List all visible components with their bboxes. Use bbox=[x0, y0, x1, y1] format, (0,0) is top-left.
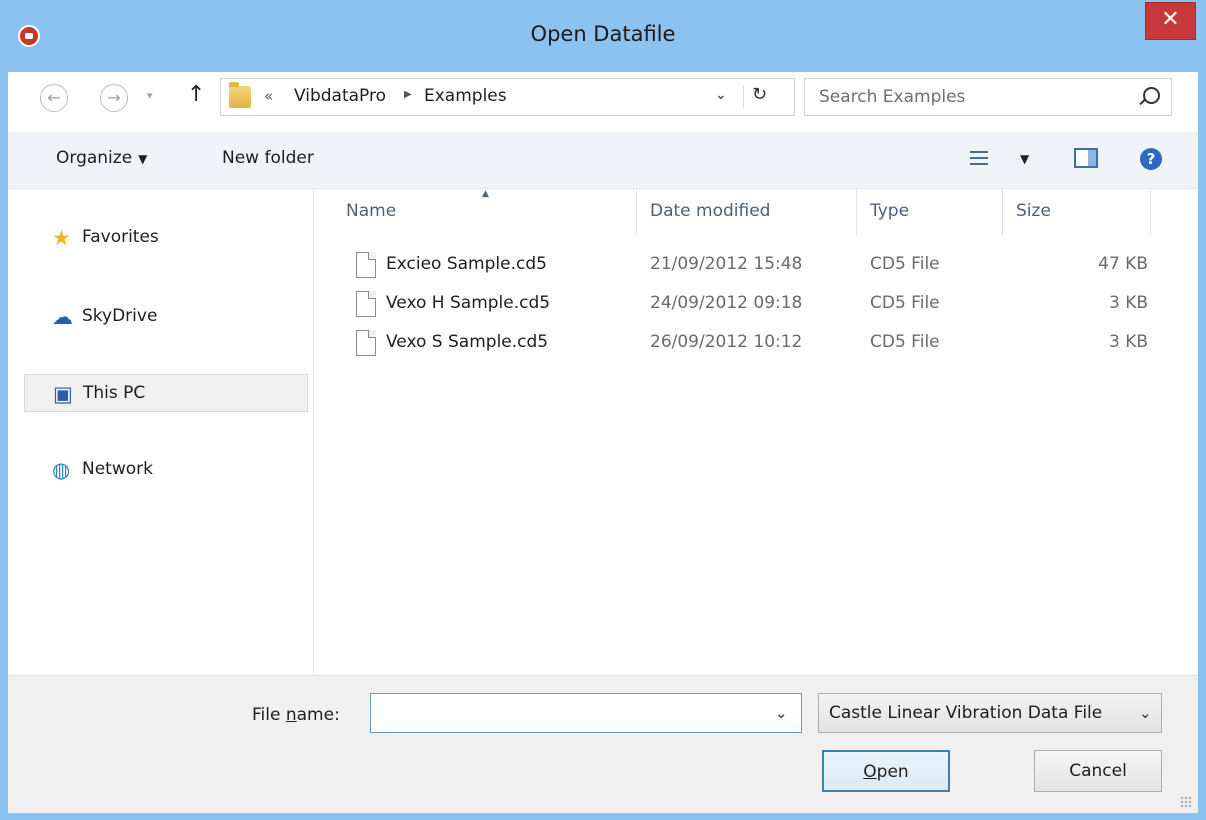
folder-icon bbox=[229, 82, 251, 108]
navigation-bar: ← → ▾ ↑ « VibdataPro ▶ Examples ⌄ ↻ bbox=[8, 72, 1198, 132]
file-icon bbox=[356, 291, 376, 317]
file-date: 26/09/2012 10:12 bbox=[650, 332, 803, 352]
sort-ascending-icon: ▲ bbox=[482, 189, 489, 199]
sidebar-item-label: Network bbox=[82, 459, 153, 479]
file-list: ▲ Name Date modified Type Size Excieo Sa… bbox=[314, 189, 1198, 675]
dialog-client: ← → ▾ ↑ « VibdataPro ▶ Examples ⌄ ↻ Orga… bbox=[8, 72, 1198, 813]
cancel-button[interactable]: Cancel bbox=[1034, 750, 1162, 792]
open-label-accelerator: O bbox=[863, 762, 877, 782]
breadcrumb-vibdatapro[interactable]: VibdataPro bbox=[294, 86, 386, 106]
file-name-label: File name: bbox=[252, 705, 340, 725]
recent-locations-icon[interactable]: ▾ bbox=[147, 89, 153, 102]
navigation-pane: ★ Favorites ☁ SkyDrive ▣ This PC ◍ Netwo… bbox=[8, 189, 314, 675]
change-view-icon[interactable] bbox=[970, 150, 988, 166]
column-header-date-modified[interactable]: Date modified bbox=[650, 201, 770, 221]
column-divider[interactable] bbox=[856, 189, 857, 235]
command-toolbar: Organize ▼ New folder ▼ ? bbox=[8, 132, 1198, 189]
computer-icon: ▣ bbox=[53, 382, 73, 406]
preview-pane-icon[interactable] bbox=[1074, 148, 1098, 168]
file-type: CD5 File bbox=[870, 254, 940, 274]
breadcrumb-overflow-icon[interactable]: « bbox=[264, 87, 273, 105]
file-row[interactable]: Excieo Sample.cd5 21/09/2012 15:48 CD5 F… bbox=[344, 247, 1164, 285]
file-row[interactable]: Vexo S Sample.cd5 26/09/2012 10:12 CD5 F… bbox=[344, 325, 1164, 363]
help-icon[interactable]: ? bbox=[1140, 148, 1162, 170]
dialog-window: Open Datafile ✕ ← → ▾ ↑ « VibdataPro ▶ E… bbox=[0, 0, 1206, 820]
sidebar-item-label: Favorites bbox=[82, 227, 159, 247]
back-button[interactable]: ← bbox=[40, 84, 68, 112]
file-name-label-start: File bbox=[252, 705, 286, 725]
file-type-dropdown-icon[interactable]: ⌄ bbox=[1139, 704, 1152, 722]
window-title: Open Datafile bbox=[530, 22, 676, 46]
view-options-caret-icon[interactable]: ▼ bbox=[1020, 152, 1029, 166]
breadcrumb-examples[interactable]: Examples bbox=[424, 86, 507, 106]
sidebar-item-skydrive[interactable]: ☁ SkyDrive bbox=[24, 298, 308, 336]
organize-label: Organize bbox=[56, 148, 133, 168]
new-folder-button[interactable]: New folder bbox=[222, 148, 314, 168]
title-bar: Open Datafile ✕ bbox=[0, 0, 1206, 72]
file-type-value: Castle Linear Vibration Data File bbox=[829, 703, 1103, 723]
breadcrumb-separator-icon[interactable]: ▶ bbox=[404, 89, 412, 100]
address-dropdown-icon[interactable]: ⌄ bbox=[715, 87, 727, 103]
column-header-name[interactable]: Name bbox=[346, 201, 396, 221]
column-divider[interactable] bbox=[636, 189, 637, 235]
file-name: Vexo S Sample.cd5 bbox=[386, 332, 549, 352]
sidebar-item-this-pc[interactable]: ▣ This PC bbox=[24, 374, 308, 412]
search-icon[interactable] bbox=[1143, 87, 1160, 104]
address-divider bbox=[743, 85, 744, 109]
sidebar-item-favorites[interactable]: ★ Favorites bbox=[24, 219, 308, 257]
organize-caret-icon: ▼ bbox=[138, 152, 148, 166]
file-name-label-accelerator: n bbox=[285, 705, 297, 725]
file-row[interactable]: Vexo H Sample.cd5 24/09/2012 09:18 CD5 F… bbox=[344, 286, 1164, 324]
sidebar-item-label: This PC bbox=[83, 383, 146, 403]
open-button[interactable]: Open bbox=[822, 750, 950, 792]
file-icon bbox=[356, 252, 376, 278]
sidebar-item-label: SkyDrive bbox=[82, 306, 158, 326]
open-label-rest: pen bbox=[876, 762, 909, 782]
file-size: 3 KB bbox=[1108, 293, 1148, 313]
file-name-label-end: ame: bbox=[296, 705, 340, 725]
sidebar-item-network[interactable]: ◍ Network bbox=[24, 451, 308, 489]
file-date: 21/09/2012 15:48 bbox=[650, 254, 803, 274]
file-name-dropdown-icon[interactable]: ⌄ bbox=[775, 704, 788, 722]
file-type: CD5 File bbox=[870, 332, 940, 352]
forward-button[interactable]: → bbox=[100, 84, 128, 112]
search-input[interactable] bbox=[805, 79, 1139, 115]
file-name: Vexo H Sample.cd5 bbox=[386, 293, 551, 313]
up-button[interactable]: ↑ bbox=[187, 82, 205, 107]
file-icon bbox=[356, 330, 376, 356]
column-divider[interactable] bbox=[1150, 189, 1151, 235]
file-name: Excieo Sample.cd5 bbox=[386, 254, 547, 274]
star-icon: ★ bbox=[52, 226, 71, 250]
file-type: CD5 File bbox=[870, 293, 940, 313]
file-size: 3 KB bbox=[1108, 332, 1148, 352]
cloud-icon: ☁ bbox=[52, 305, 73, 329]
resize-grip-icon[interactable] bbox=[1180, 796, 1192, 808]
file-size: 47 KB bbox=[1098, 254, 1148, 274]
column-header-size[interactable]: Size bbox=[1016, 201, 1051, 221]
file-name-combobox[interactable]: ⌄ bbox=[370, 693, 802, 733]
column-header-type[interactable]: Type bbox=[870, 201, 909, 221]
network-icon: ◍ bbox=[52, 458, 71, 482]
organize-button[interactable]: Organize ▼ bbox=[56, 148, 147, 168]
file-type-select[interactable]: Castle Linear Vibration Data File ⌄ bbox=[818, 693, 1162, 733]
close-button[interactable]: ✕ bbox=[1145, 2, 1196, 40]
refresh-icon[interactable]: ↻ bbox=[752, 84, 767, 105]
search-box[interactable] bbox=[804, 78, 1172, 116]
file-date: 24/09/2012 09:18 bbox=[650, 293, 803, 313]
column-divider[interactable] bbox=[1002, 189, 1003, 235]
dialog-footer: File name: ⌄ Castle Linear Vibration Dat… bbox=[8, 675, 1198, 813]
address-bar[interactable]: « VibdataPro ▶ Examples ⌄ ↻ bbox=[220, 78, 795, 116]
